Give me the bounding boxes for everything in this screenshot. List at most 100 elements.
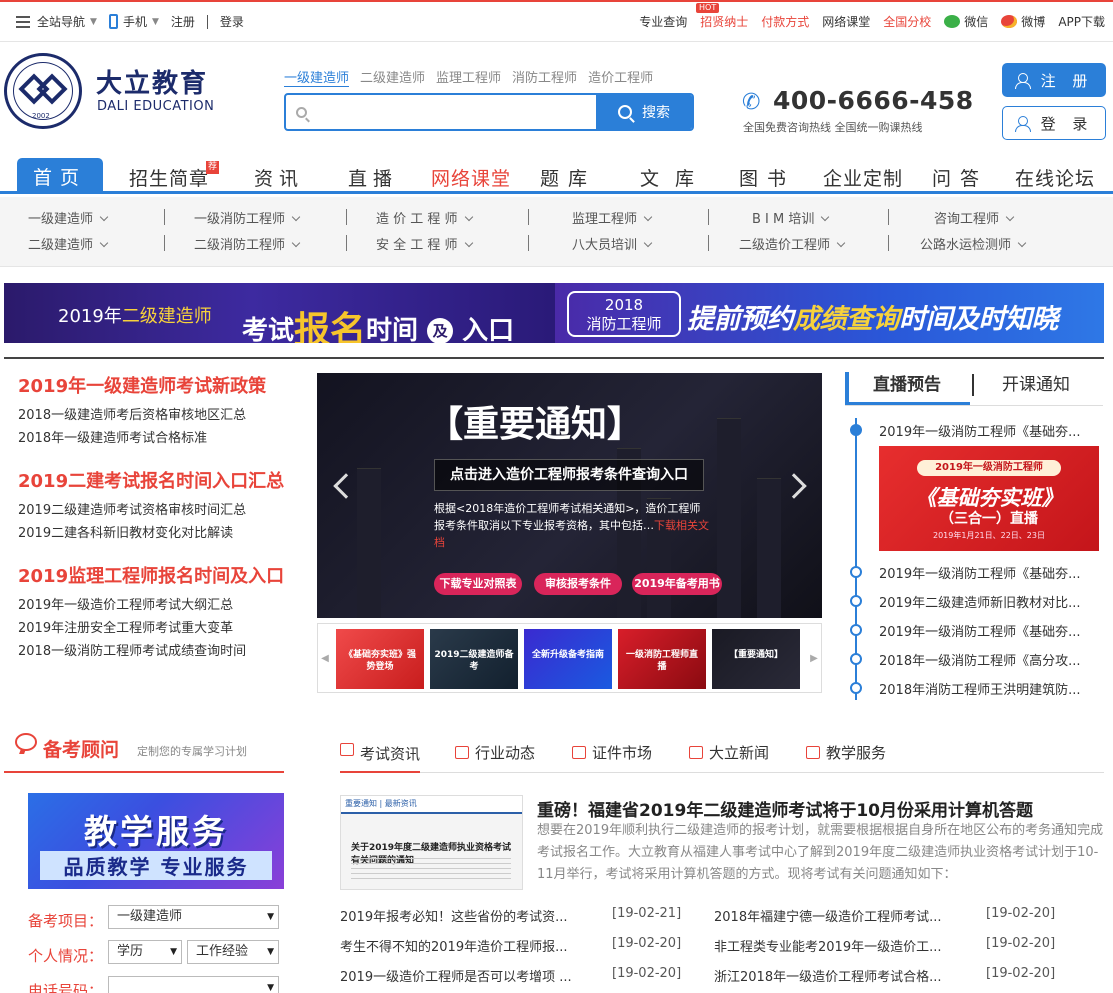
nav-online-class[interactable]: 网络课堂 xyxy=(431,164,511,191)
nav-library[interactable]: 文库 xyxy=(640,164,710,191)
login-link[interactable]: 登录 xyxy=(220,13,244,30)
link-wechat[interactable]: 微信 xyxy=(944,13,988,30)
subnav-item[interactable]: 公路水运检测师 xyxy=(920,234,1027,253)
thumbnail[interactable]: 一级消防工程师直播 xyxy=(618,629,706,689)
subnav-item[interactable]: 一级建造师 xyxy=(28,208,109,227)
news-row[interactable]: 非工程类专业能考2019年一级造价工... [19-02-20] xyxy=(714,936,1055,955)
tab-certificate[interactable]: 证件市场 xyxy=(572,742,652,763)
live-item[interactable]: 2018年消防工程师王洪明建筑防... xyxy=(879,679,1099,698)
slide-query-link[interactable]: 点击进入造价工程师报考条件查询入口 xyxy=(434,459,704,491)
nav-enterprise[interactable]: 企业定制 xyxy=(823,164,903,191)
thumbnail[interactable]: 全新升级备考指南 xyxy=(524,629,612,689)
slide-button[interactable]: 2019年备考用书 xyxy=(632,573,722,595)
search-cat-erjian[interactable]: 二级建造师 xyxy=(360,67,425,87)
teaching-service-banner[interactable]: 教学服务 品质教学 专业服务 xyxy=(28,793,284,889)
search-button[interactable]: 搜索 xyxy=(596,95,692,129)
subnav-item[interactable]: 八大员培训 xyxy=(572,234,653,253)
slide-button[interactable]: 审核报考条件 xyxy=(534,573,622,595)
nav-books[interactable]: 图书 xyxy=(739,164,795,191)
news-row[interactable]: 2019一级造价工程师是否可以考增项 ... [19-02-20] xyxy=(340,966,681,985)
live-item[interactable]: 2019年一级消防工程师《基础夯... xyxy=(879,421,1099,440)
link-payment[interactable]: 付款方式 xyxy=(761,13,809,30)
personal-label: 个人情况： xyxy=(28,947,104,965)
nav-forum[interactable]: 在线论坛 xyxy=(1015,164,1095,191)
thumbnail[interactable]: 《基础夯实班》强势登场 xyxy=(336,629,424,689)
subnav-item[interactable]: 咨询工程师 xyxy=(934,208,1015,227)
carousel-prev-icon[interactable] xyxy=(333,473,359,499)
banner-erjian-registration[interactable]: 2019年二级建造师 考试报名时间 及 入口 xyxy=(4,283,555,343)
education-select[interactable]: 学历 xyxy=(108,940,182,964)
news-heading[interactable]: 2019监理工程师报名时间及入口 xyxy=(18,562,303,588)
live-item[interactable]: 2018年一级消防工程师《高分攻... xyxy=(879,650,1099,669)
news-heading[interactable]: 2019二建考试报名时间入口汇总 xyxy=(18,467,303,493)
search-cat-yijian[interactable]: 一级建造师 xyxy=(284,67,350,87)
nav-qa[interactable]: 问答 xyxy=(932,164,988,191)
subnav-item[interactable]: 二级建造师 xyxy=(28,234,109,253)
headline-title[interactable]: 重磅！福建省2019年二级建造师考试将于10月份采用计算机答题 xyxy=(537,796,1033,821)
tab-course-notice[interactable]: 开课通知 xyxy=(1002,372,1070,399)
link-major-query[interactable]: 专业查询 xyxy=(639,13,687,30)
news-link[interactable]: 2018一级建造师考后资格审核地区汇总 xyxy=(18,404,303,427)
live-item[interactable]: 2019年一级消防工程师《基础夯... xyxy=(879,563,1099,582)
live-item[interactable]: 2019年二级建造师新旧教材对比... xyxy=(879,592,1099,611)
thumbnail[interactable]: 【重要通知】 xyxy=(712,629,800,689)
logo[interactable]: 2002 xyxy=(4,53,82,129)
subnav-item[interactable]: B I M 培训 xyxy=(752,208,830,227)
search-cat-jianli[interactable]: 监理工程师 xyxy=(436,67,501,87)
news-link[interactable]: 2019二建各科新旧教材变化对比解读 xyxy=(18,522,303,545)
link-recruit[interactable]: 招贤纳士 xyxy=(700,13,748,30)
site-nav-menu[interactable]: 全站导航 ▼ xyxy=(16,13,97,30)
headline-image[interactable]: 重要通知 | 最新资讯 关于2019年度二级建造师执业资格考试有关问题的通知 xyxy=(340,795,523,890)
carousel-next-icon[interactable] xyxy=(781,473,807,499)
news-link[interactable]: 2019年一级造价工程师考试大纲汇总 xyxy=(18,594,303,617)
news-row[interactable]: 浙江2018年一级造价工程师考试合格... [19-02-20] xyxy=(714,966,1055,985)
nav-news[interactable]: 资讯 xyxy=(254,164,304,191)
register-button[interactable]: 注 册 xyxy=(1002,63,1106,97)
experience-select[interactable]: 工作经验 xyxy=(187,940,279,964)
subnav-item[interactable]: 监理工程师 xyxy=(572,208,653,227)
thumbnail[interactable]: 2019二级建造师备考 xyxy=(430,629,518,689)
live-item[interactable]: 2019年一级消防工程师《基础夯... xyxy=(879,621,1099,640)
link-branches[interactable]: 全国分校 xyxy=(883,13,931,30)
search-input[interactable] xyxy=(314,95,594,129)
news-link[interactable]: 2018年一级建造师考试合格标准 xyxy=(18,427,303,450)
phone-field[interactable] xyxy=(108,976,279,993)
nav-question-bank[interactable]: 题库 xyxy=(540,164,596,191)
news-link[interactable]: 2019二级建造师考试资格审核时间汇总 xyxy=(18,499,303,522)
nav-home[interactable]: 首页 xyxy=(17,158,103,194)
news-link[interactable]: 2018一级消防工程师考试成绩查询时间 xyxy=(18,640,303,663)
tab-industry[interactable]: 行业动态 xyxy=(455,742,535,763)
subnav-item[interactable]: 二级造价工程师 xyxy=(739,234,846,253)
login-button[interactable]: 登 录 xyxy=(1002,106,1106,140)
link-online-class[interactable]: 网络课堂 xyxy=(822,13,870,30)
register-link[interactable]: 注册 xyxy=(171,13,195,30)
hot-badge: HOT xyxy=(696,3,720,13)
carousel-slide[interactable]: 【重要通知】 点击进入造价工程师报考条件查询入口 根据<2018年造价工程师考试… xyxy=(317,373,822,618)
news-row[interactable]: 2018年福建宁德一级造价工程师考试... [19-02-20] xyxy=(714,906,1055,925)
slide-button[interactable]: 下载专业对照表 xyxy=(434,573,522,595)
news-row[interactable]: 考生不得不知的2019年造价工程师报... [19-02-20] xyxy=(340,936,681,955)
news-row[interactable]: 2019年报考必知！这些省份的考试资... [19-02-21] xyxy=(340,906,681,925)
subnav-item[interactable]: 安 全 工 程 师 xyxy=(376,234,473,253)
nav-live[interactable]: 直播 xyxy=(348,164,398,191)
link-app-download[interactable]: APP下载 xyxy=(1058,13,1105,30)
banner-score-query[interactable]: 2018 消防工程师 提前预约成绩查询时间及时知晓 xyxy=(555,283,1104,343)
mobile-menu[interactable]: 手机 ▼ xyxy=(108,13,159,30)
project-select[interactable]: 一级建造师 xyxy=(108,905,279,929)
live-card-image[interactable]: 2019年一级消防工程师 《基础夯实班》 （三合一）直播 2019年1月21日、… xyxy=(879,446,1099,551)
thumb-next-icon[interactable]: ▶ xyxy=(807,624,821,692)
subnav-item[interactable]: 造 价 工 程 师 xyxy=(376,208,473,227)
tab-teaching-service[interactable]: 教学服务 xyxy=(806,742,886,763)
link-weibo[interactable]: 微博 xyxy=(1001,13,1045,30)
nav-admissions[interactable]: 招生简章 xyxy=(129,164,209,191)
news-link[interactable]: 2019年注册安全工程师考试重大变革 xyxy=(18,617,303,640)
tab-live-preview[interactable]: 直播预告 xyxy=(845,372,970,405)
subnav-item[interactable]: 一级消防工程师 xyxy=(194,208,301,227)
news-heading[interactable]: 2019年一级建造师考试新政策 xyxy=(18,372,303,398)
thumb-prev-icon[interactable]: ◀ xyxy=(318,624,332,692)
search-cat-xiaofang[interactable]: 消防工程师 xyxy=(512,67,577,87)
tab-dali-news[interactable]: 大立新闻 xyxy=(689,742,769,763)
subnav-item[interactable]: 二级消防工程师 xyxy=(194,234,301,253)
search-cat-zaojia[interactable]: 造价工程师 xyxy=(588,67,653,87)
tab-exam-news[interactable]: 考试资讯 xyxy=(340,742,421,773)
